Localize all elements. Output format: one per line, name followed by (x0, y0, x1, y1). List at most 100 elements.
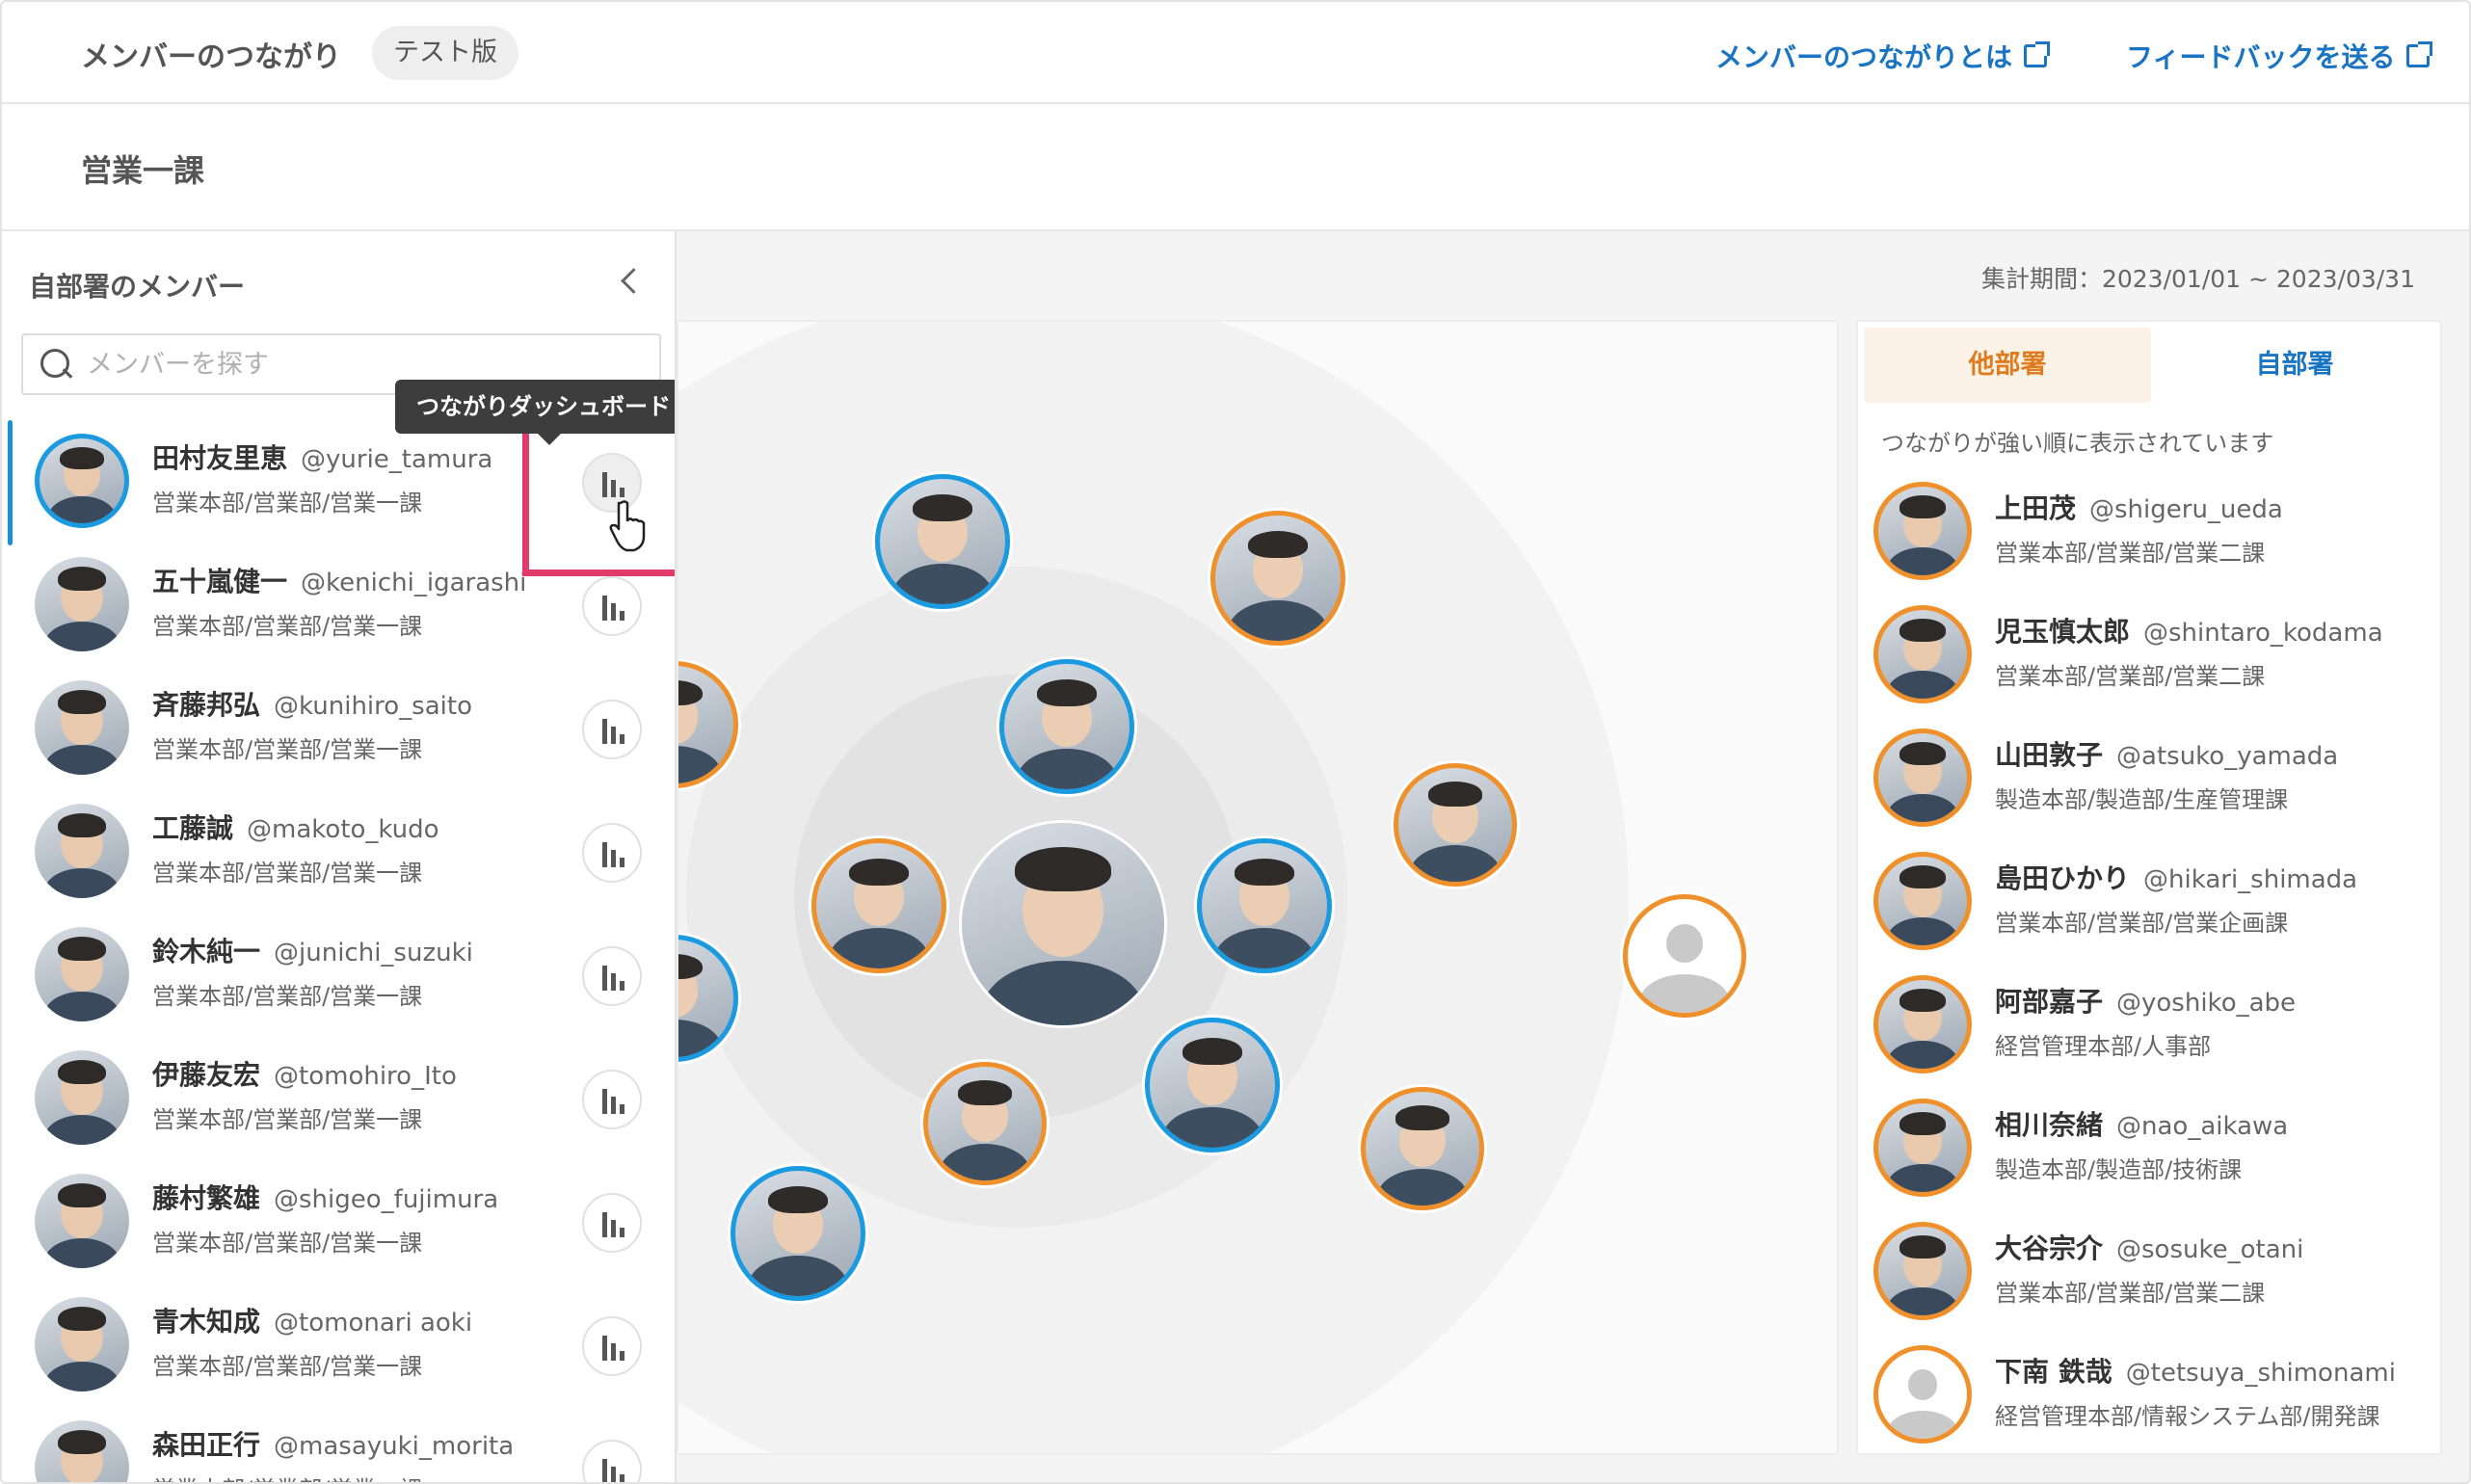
member-dept: 営業本部/営業部/営業一課 (152, 490, 423, 517)
list-item[interactable]: 山田敦子 @atsuko_yamada 製造本部/製造部/生産管理課 (1858, 713, 2440, 836)
feedback-link-label: フィードバックを送る (2126, 41, 2396, 73)
dashboard-button[interactable] (582, 1070, 642, 1129)
connection-dept: 営業本部/営業部/営業二課 (1995, 1280, 2266, 1307)
graph-node-placeholder[interactable] (1623, 894, 1746, 1018)
bar-chart-icon (602, 966, 627, 991)
member-dept: 営業本部/営業部/営業一課 (152, 736, 423, 763)
list-item[interactable]: 斉藤邦弘 @kunihiro_saito 営業本部/営業部/営業一課 (2, 663, 675, 786)
connection-dept: 営業本部/営業部/営業二課 (1995, 663, 2266, 690)
tab-own-dept[interactable]: 自部署 (2151, 328, 2438, 403)
list-item[interactable]: 工藤誠 @makoto_kudo 営業本部/営業部/営業一課 (2, 786, 675, 910)
member-handle: @tomohiro_Ito (274, 1062, 457, 1091)
dashboard-button[interactable] (582, 946, 642, 1006)
connection-dept: 経営管理本部/人事部 (1995, 1033, 2212, 1060)
avatar (35, 804, 129, 898)
connection-handle: @yoshiko_abe (2116, 989, 2297, 1018)
member-dept: 営業本部/営業部/営業一課 (152, 983, 423, 1010)
external-link-icon (2024, 41, 2051, 67)
graph-node[interactable] (875, 474, 1010, 609)
dashboard-button[interactable] (582, 1316, 642, 1376)
member-handle: @yurie_tamura (301, 445, 493, 474)
list-item[interactable]: 児玉慎太郎 @shintaro_kodama 営業本部/営業部/営業二課 (1858, 590, 2440, 713)
list-item[interactable]: 相川奈緒 @nao_aikawa 製造本部/製造部/技術課 (1858, 1083, 2440, 1206)
avatar (35, 1420, 129, 1482)
avatar (35, 1297, 129, 1391)
bar-chart-icon (602, 1336, 627, 1361)
connection-handle: @shintaro_kodama (2143, 619, 2383, 648)
member-sidebar: 自部署のメンバー 田村友里恵 @yurie_tamura 営業本部/営業部/営業一… (2, 231, 677, 1482)
list-item[interactable]: 大谷宗介 @sosuke_otani 営業本部/営業部/営業二課 (1858, 1206, 2440, 1330)
dashboard-button[interactable] (582, 1193, 642, 1253)
graph-node[interactable] (1361, 1087, 1484, 1210)
sort-note: つながりが強い順に表示されています (1881, 430, 2274, 457)
connection-name: 山田敦子 (1995, 739, 2104, 771)
connection-handle: @nao_aikawa (2116, 1112, 2289, 1141)
connection-dept: 製造本部/製造部/技術課 (1995, 1156, 2243, 1183)
chevron-left-icon[interactable] (615, 266, 646, 297)
feedback-link[interactable]: フィードバックを送る (2126, 37, 2433, 75)
dashboard-button[interactable] (582, 576, 642, 636)
list-item[interactable]: 森田正行 @masayuki_morita 営業本部/営業部/営業一課 (2, 1403, 675, 1482)
list-item[interactable]: 鈴木純一 @junichi_suzuki 営業本部/営業部/営業一課 (2, 910, 675, 1033)
member-name: 森田正行 (152, 1429, 261, 1461)
graph-node[interactable] (1394, 763, 1517, 887)
connection-dept: 営業本部/営業部/営業二課 (1995, 540, 2266, 567)
list-item[interactable]: 阿部嘉子 @yoshiko_abe 経営管理本部/人事部 (1858, 960, 2440, 1083)
member-name: 五十嵐健一 (152, 566, 288, 597)
member-name: 田村友里恵 (152, 442, 288, 474)
list-item[interactable]: 上田茂 @shigeru_ueda 営業本部/営業部/営業二課 (1858, 466, 2440, 590)
list-item[interactable]: 下南 鉄哉 @tetsuya_shimonami 経営管理本部/情報システム部/開… (1858, 1330, 2440, 1453)
connection-graph (677, 320, 1839, 1455)
avatar (1873, 852, 1972, 950)
graph-node[interactable] (923, 1062, 1047, 1185)
avatar (35, 1174, 129, 1268)
header: メンバーのつながり テスト版 メンバーのつながりとは フィードバックを送る (2, 2, 2469, 104)
connection-list: 上田茂 @shigeru_ueda 営業本部/営業部/営業二課 児玉慎太郎 @shi… (1858, 466, 2440, 1453)
graph-node[interactable] (1197, 838, 1332, 973)
member-handle: @kunihiro_saito (274, 692, 472, 721)
member-handle: @shigeo_fujimura (274, 1185, 499, 1214)
avatar (35, 680, 129, 775)
bar-chart-icon (602, 1212, 627, 1237)
connection-handle: @hikari_shimada (2143, 865, 2358, 894)
graph-node[interactable] (731, 1166, 865, 1301)
about-link[interactable]: メンバーのつながりとは (1715, 37, 2051, 75)
avatar (35, 927, 129, 1021)
member-dept: 営業本部/営業部/営業一課 (152, 1230, 423, 1257)
member-name: 青木知成 (152, 1306, 261, 1338)
avatar (1873, 482, 1972, 580)
graph-node[interactable] (1210, 511, 1345, 646)
dashboard-button[interactable] (582, 823, 642, 883)
bar-chart-icon (602, 1089, 627, 1114)
graph-node[interactable] (811, 838, 946, 973)
dashboard-button[interactable] (582, 1440, 642, 1482)
period-label: 集計期間：2023/01/01 ~ 2023/03/31 (1980, 265, 2415, 293)
member-dept: 営業本部/営業部/営業一課 (152, 1471, 422, 1482)
member-handle: @tomonari aoki (274, 1309, 473, 1338)
department-title: 営業一課 (81, 152, 205, 189)
connection-dept: 製造本部/製造部/生産管理課 (1995, 786, 2289, 813)
connection-name: 大谷宗介 (1995, 1232, 2104, 1264)
avatar (1873, 729, 1972, 827)
graph-node[interactable] (999, 659, 1134, 794)
member-handle: @kenichi_igarashi (301, 569, 527, 597)
list-item[interactable]: 島田ひかり @hikari_shimada 営業本部/営業部/営業企画課 (1858, 836, 2440, 960)
graph-node[interactable] (1145, 1018, 1280, 1153)
dashboard-button[interactable] (582, 700, 642, 759)
bar-chart-icon (602, 842, 627, 867)
connection-handle: @tetsuya_shimonami (2125, 1359, 2396, 1388)
list-item[interactable]: 青木知成 @tomonari aoki 営業本部/営業部/営業一課 (2, 1280, 675, 1403)
member-dept: 営業本部/営業部/営業一課 (152, 613, 423, 640)
list-item[interactable]: 伊藤友宏 @tomohiro_Ito 営業本部/営業部/営業一課 (2, 1033, 675, 1156)
avatar (35, 557, 129, 651)
avatar (1873, 605, 1972, 703)
member-name: 工藤誠 (152, 812, 234, 844)
connection-dept: 経営管理本部/情報システム部/開発課 (1995, 1403, 2380, 1430)
member-handle: @makoto_kudo (247, 815, 439, 844)
search-input[interactable] (87, 349, 626, 380)
main-area: 集計期間：2023/01/01 ~ 2023/03/31 他部署 自部署 つなが… (677, 231, 2469, 1482)
tab-other-dept[interactable]: 他部署 (1864, 328, 2151, 403)
connection-handle: @sosuke_otani (2116, 1235, 2304, 1264)
list-item[interactable]: 藤村繁雄 @shigeo_fujimura 営業本部/営業部/営業一課 (2, 1156, 675, 1280)
graph-node-center[interactable] (962, 823, 1164, 1025)
